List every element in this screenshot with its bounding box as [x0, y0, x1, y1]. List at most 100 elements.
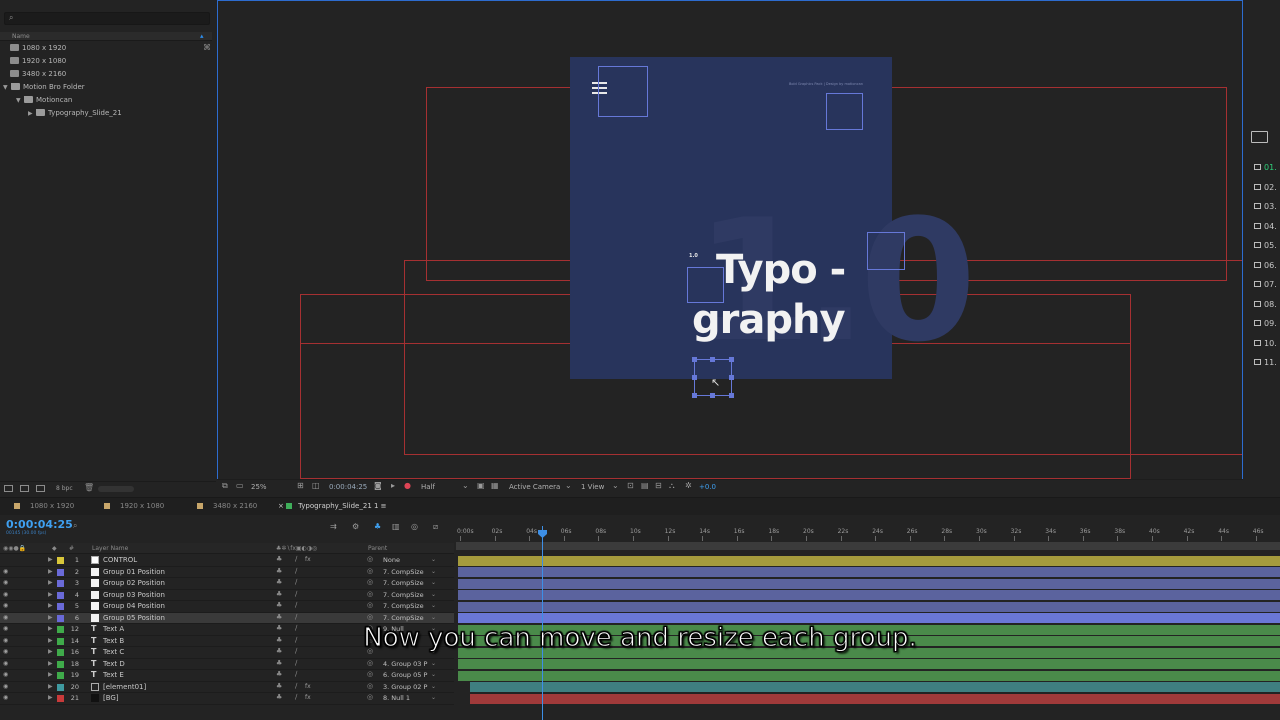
flowchart-icon[interactable]: ⛬	[669, 481, 675, 491]
composition-viewer[interactable]: 1.0 Bold Graphics Pack | Design by motio…	[217, 0, 1243, 494]
parent-dropdown[interactable]: 7. CompSize	[383, 614, 437, 622]
group-box[interactable]	[867, 232, 905, 270]
preset-list-item[interactable]: 08.	[1254, 300, 1277, 309]
timeline-tab[interactable]: 1080 x 1920	[14, 502, 74, 510]
quality-switch-icon[interactable]: ∕	[295, 555, 297, 563]
shy-switch-icon[interactable]: ♣	[276, 555, 282, 563]
shy-layers-icon[interactable]: ♣	[374, 522, 381, 531]
quality-switch-icon[interactable]: ∕	[295, 601, 297, 609]
transform-handle[interactable]	[729, 375, 734, 380]
parent-dropdown[interactable]: 7. CompSize	[383, 591, 437, 599]
fast-preview-icon[interactable]: ▤	[641, 481, 649, 490]
draft-3d-icon[interactable]: ⚙	[352, 522, 359, 531]
dropdown-arrow-icon[interactable]: ⌄	[431, 591, 436, 598]
preset-list-item[interactable]: 06.	[1254, 261, 1277, 270]
layer-duration-bar[interactable]	[458, 601, 1280, 612]
bit-depth-label[interactable]: 8 bpc	[56, 485, 73, 492]
dropdown-arrow-icon[interactable]: ⌄	[431, 579, 436, 586]
label-color-swatch[interactable]	[57, 580, 64, 587]
project-column-header[interactable]: Name ▴	[0, 32, 212, 41]
layer-row[interactable]: ◉ ▶ 2 Group 01 Position ♣ ∕ ◎ 7. CompSize ⌄	[0, 567, 454, 578]
layer-name[interactable]: CONTROL	[103, 556, 137, 564]
dropdown-arrow-icon[interactable]: ⌄	[431, 568, 436, 575]
layer-row[interactable]: ◉ ▶ 5 Group 04 Position ♣ ∕ ◎ 7. CompSize ⌄	[0, 601, 454, 613]
layer-row[interactable]: ◉ ▶ 21 [BG] ♣ ∕ fx ◎ 8. Null 1 ⌄	[0, 693, 454, 705]
av-features-icons[interactable]: ◉◉●🔒	[3, 545, 26, 552]
layer-row[interactable]: ◉ ▶ 4 Group 03 Position ♣ ∕ ◎ 7. CompSize ⌄	[0, 590, 454, 601]
quality-switch-icon[interactable]: ∕	[295, 682, 297, 690]
expand-triangle-icon[interactable]: ▶	[48, 556, 53, 563]
layer-name[interactable]: Group 03 Position	[103, 591, 165, 599]
frame-blending-icon[interactable]: ▥	[392, 522, 400, 531]
group-box[interactable]	[687, 267, 724, 303]
transform-handle[interactable]	[710, 357, 715, 362]
parent-pickwhip-icon[interactable]: ◎	[367, 590, 373, 598]
effects-switch-icon[interactable]: fx	[305, 683, 311, 690]
transform-handle[interactable]	[692, 375, 697, 380]
exposure-icon[interactable]: ✲	[685, 481, 692, 490]
dropdown-arrow-icon[interactable]: ⌄	[431, 683, 436, 690]
expand-triangle-icon[interactable]: ▶	[48, 568, 53, 575]
parent-pickwhip-icon[interactable]: ◎	[367, 659, 373, 667]
layer-row[interactable]: ◉ ▶ 19 T Text E ♣ ∕ ◎ 6. Group 05 P ⌄	[0, 670, 454, 682]
quality-switch-icon[interactable]: ∕	[295, 659, 297, 667]
parent-pickwhip-icon[interactable]: ◎	[367, 601, 373, 609]
dropdown-arrow-icon[interactable]: ⌄	[462, 481, 469, 490]
project-item[interactable]: 3480 x 2160	[10, 70, 66, 82]
thumbnail-slider[interactable]	[98, 486, 134, 492]
layer-name[interactable]: [BG]	[103, 694, 119, 702]
shy-switch-icon[interactable]: ♣	[276, 682, 282, 690]
label-color-swatch[interactable]	[57, 614, 64, 622]
parent-pickwhip-icon[interactable]: ◎	[367, 555, 373, 563]
snapshot-icon[interactable]: ◙	[374, 481, 382, 490]
timeline-icon[interactable]: ⊟	[655, 481, 662, 490]
label-color-swatch[interactable]	[57, 660, 64, 668]
layer-duration-bar[interactable]	[458, 590, 1280, 600]
expand-triangle-icon[interactable]: ▶	[48, 602, 53, 609]
resolution-dropdown[interactable]: Half	[421, 483, 435, 491]
layer-name[interactable]: Group 05 Position	[103, 614, 165, 622]
disclosure-triangle-icon[interactable]: ▼	[3, 84, 11, 91]
layer-name[interactable]: [element01]	[103, 683, 146, 691]
timeline-tab[interactable]: 3480 x 2160	[197, 502, 257, 510]
interpret-footage-icon[interactable]	[4, 485, 13, 492]
tab-menu-icon[interactable]: ≡	[378, 502, 387, 510]
project-item[interactable]: ▶ Typography_Slide_21	[28, 109, 122, 121]
parent-dropdown[interactable]: 7. CompSize	[383, 602, 437, 610]
shy-switch-icon[interactable]: ♣	[276, 613, 282, 621]
region-of-interest-icon[interactable]: ▣	[477, 481, 485, 490]
transform-handle[interactable]	[729, 357, 734, 362]
safe-margins-icon[interactable]: ⊞	[297, 481, 304, 490]
label-color-swatch[interactable]	[57, 683, 64, 691]
transform-handle[interactable]	[692, 393, 697, 398]
shy-switch-icon[interactable]: ♣	[276, 670, 282, 678]
preset-list-item[interactable]: 10.	[1254, 339, 1277, 348]
parent-dropdown[interactable]: 6. Group 05 P	[383, 671, 437, 679]
label-color-swatch[interactable]	[57, 568, 64, 576]
timeline-tab[interactable]: × Typography_Slide_21 1 ≡	[278, 502, 387, 510]
dropdown-arrow-icon[interactable]: ⌄	[431, 602, 436, 609]
transform-handle[interactable]	[692, 357, 697, 362]
parent-pickwhip-icon[interactable]: ◎	[367, 682, 373, 690]
preset-list-item[interactable]: 04.	[1254, 222, 1277, 231]
layer-row[interactable]: ◉ ▶ 3 Group 02 Position ♣ ∕ ◎ 7. CompSize ⌄	[0, 578, 454, 590]
mask-visibility-icon[interactable]: ◫	[312, 481, 320, 490]
quality-switch-icon[interactable]: ∕	[295, 578, 297, 586]
shy-switch-icon[interactable]: ♣	[276, 590, 282, 598]
shy-switch-icon[interactable]: ♣	[276, 693, 282, 701]
parent-dropdown[interactable]: 3. Group 02 P	[383, 683, 437, 691]
parent-pickwhip-icon[interactable]: ◎	[367, 693, 373, 701]
preset-list-item[interactable]: 11.	[1254, 358, 1277, 367]
transparency-grid-icon[interactable]: ▦	[491, 481, 499, 490]
layer-row[interactable]: ◉ ▶ 20 [element01] ♣ ∕ fx ◎ 3. Group 02 P ⌄	[0, 682, 454, 693]
views-dropdown[interactable]: 1 View	[581, 483, 604, 491]
always-preview-icon[interactable]: ⧉	[222, 481, 228, 491]
expand-triangle-icon[interactable]: ▶	[48, 591, 53, 598]
layer-name[interactable]: Group 01 Position	[103, 568, 165, 576]
visibility-eye-icon[interactable]: ◉	[3, 614, 8, 621]
visibility-eye-icon[interactable]: ◉	[3, 568, 8, 575]
parent-dropdown[interactable]: 8. Null 1	[383, 694, 437, 702]
new-folder-icon[interactable]	[20, 485, 29, 492]
layer-duration-bar[interactable]	[458, 613, 1280, 623]
quality-switch-icon[interactable]: ∕	[295, 590, 297, 598]
